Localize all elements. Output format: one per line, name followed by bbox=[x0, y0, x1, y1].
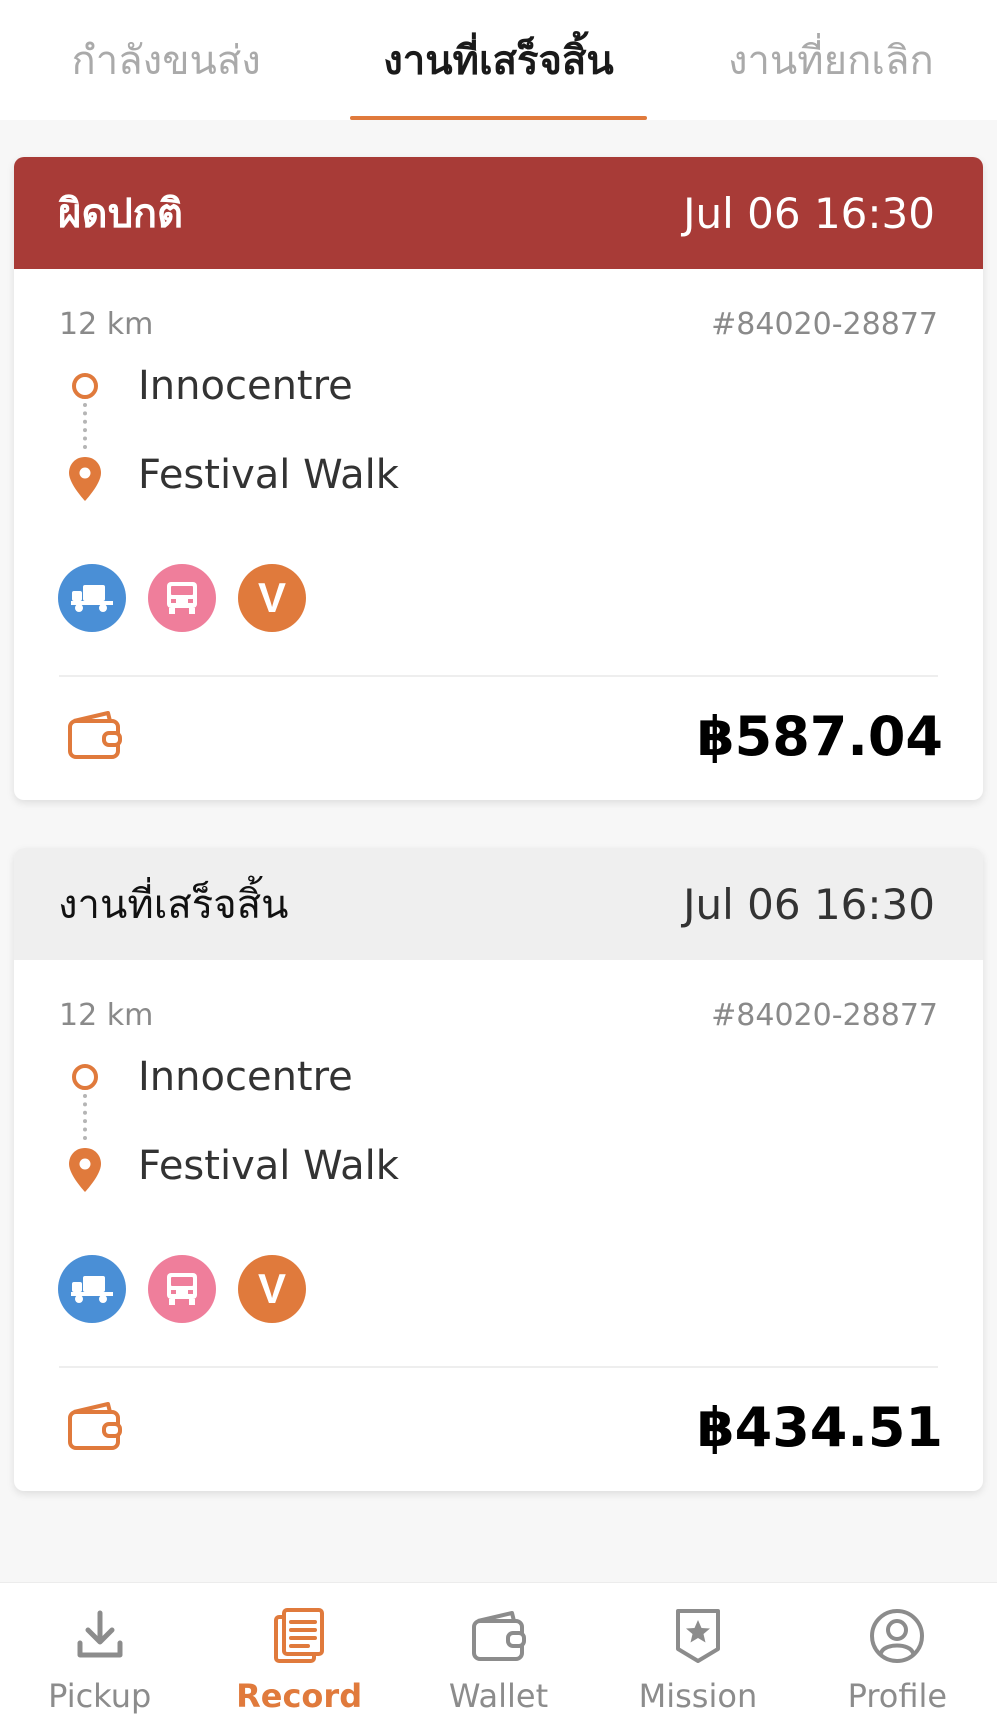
nav-record[interactable]: Record bbox=[199, 1583, 398, 1724]
origin-circle-icon bbox=[72, 373, 98, 399]
order-card-header: งานที่เสร็จสิ้น Jul 06 16:30 bbox=[14, 848, 983, 960]
truck-icon bbox=[58, 1255, 126, 1323]
nav-label: Profile bbox=[847, 1677, 948, 1715]
nav-label: Record bbox=[236, 1677, 363, 1715]
order-price: ฿587.04 bbox=[697, 705, 943, 768]
nav-pickup[interactable]: Pickup bbox=[0, 1583, 199, 1724]
order-status-label: ผิดปกติ bbox=[58, 191, 183, 237]
tab-in-transit[interactable]: กำลังขนส่ง bbox=[0, 0, 332, 120]
order-card-body: 12 km #84020-28877 Innocentre Festival W… bbox=[14, 269, 983, 800]
order-card-header: ผิดปกติ Jul 06 16:30 bbox=[14, 157, 983, 269]
origin-name: Innocentre bbox=[138, 363, 353, 409]
tab-cancelled[interactable]: งานที่ยกเลิก bbox=[665, 0, 997, 120]
nav-label: Mission bbox=[638, 1677, 758, 1715]
tab-completed[interactable]: งานที่เสร็จสิ้น bbox=[332, 0, 664, 120]
nav-label: Pickup bbox=[48, 1677, 152, 1715]
origin-name: Innocentre bbox=[138, 1054, 353, 1100]
destination-pin-icon bbox=[69, 457, 101, 501]
route-dotted-line bbox=[83, 1094, 87, 1140]
service-icons: V bbox=[58, 1255, 306, 1323]
profile-icon bbox=[870, 1609, 925, 1663]
origin-circle-icon bbox=[72, 1064, 98, 1090]
nav-wallet[interactable]: Wallet bbox=[399, 1583, 598, 1724]
order-status-label: งานที่เสร็จสิ้น bbox=[58, 882, 289, 928]
order-card[interactable]: ผิดปกติ Jul 06 16:30 12 km #84020-28877 … bbox=[14, 157, 983, 800]
order-time: Jul 06 16:30 bbox=[683, 188, 935, 238]
order-id: #84020-28877 bbox=[711, 998, 938, 1033]
wallet-icon bbox=[68, 711, 122, 759]
nav-mission[interactable]: Mission bbox=[598, 1583, 797, 1724]
order-price: ฿434.51 bbox=[697, 1396, 943, 1459]
divider bbox=[59, 675, 938, 677]
nav-label: Wallet bbox=[448, 1677, 549, 1715]
wallet-icon bbox=[68, 1402, 122, 1450]
order-card[interactable]: งานที่เสร็จสิ้น Jul 06 16:30 12 km #8402… bbox=[14, 848, 983, 1491]
destination-pin-icon bbox=[69, 1148, 101, 1192]
divider bbox=[59, 1366, 938, 1368]
truck-icon bbox=[58, 564, 126, 632]
order-distance: 12 km bbox=[59, 307, 154, 342]
service-icons: V bbox=[58, 564, 306, 632]
status-tabs: กำลังขนส่ง งานที่เสร็จสิ้น งานที่ยกเลิก bbox=[0, 0, 997, 120]
destination-name: Festival Walk bbox=[138, 1143, 399, 1189]
order-distance: 12 km bbox=[59, 998, 154, 1033]
v-badge-icon: V bbox=[238, 564, 306, 632]
nav-profile[interactable]: Profile bbox=[798, 1583, 997, 1724]
order-id: #84020-28877 bbox=[711, 307, 938, 342]
order-card-body: 12 km #84020-28877 Innocentre Festival W… bbox=[14, 960, 983, 1491]
order-time: Jul 06 16:30 bbox=[683, 879, 935, 929]
van-icon bbox=[148, 1255, 216, 1323]
destination-name: Festival Walk bbox=[138, 452, 399, 498]
download-icon bbox=[77, 1610, 123, 1658]
route-dotted-line bbox=[83, 403, 87, 449]
wallet-icon bbox=[471, 1611, 526, 1661]
bottom-nav: Pickup Record Wallet Mission Profile bbox=[0, 1582, 997, 1724]
star-badge-icon bbox=[675, 1609, 720, 1663]
van-icon bbox=[148, 564, 216, 632]
document-icon bbox=[274, 1608, 325, 1663]
v-badge-icon: V bbox=[238, 1255, 306, 1323]
